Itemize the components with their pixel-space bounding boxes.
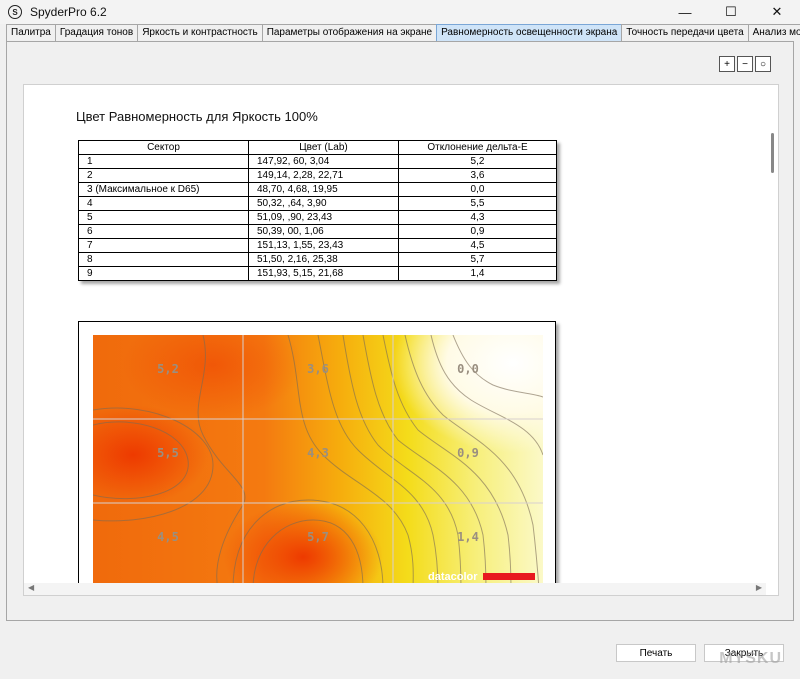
cell-delta-e: 4,3 [398,210,557,225]
tab-monitor-analysis[interactable]: Анализ монитора [747,24,800,41]
zoom-fit-icon[interactable]: ○ [755,56,771,72]
print-button[interactable]: Печать [616,644,696,662]
report-title: Цвет Равномерность для Яркость 100% [76,109,318,124]
tab-display-settings[interactable]: Параметры отображения на экране [261,24,438,41]
cell-sector: 8 [78,252,249,267]
cell-sector: 6 [78,224,249,239]
cell-lab: 151,13, 1,55, 23,43 [248,238,399,253]
cell-delta-e: 1,4 [398,266,557,281]
cell-sector: 7 [78,238,249,253]
uniformity-heatmap: 5,2 3,6 0,0 5,5 4,3 0,9 4,5 5,7 1,4 data… [93,335,543,589]
table-row: 2 149,14, 2,28, 22,71 3,6 [78,168,557,183]
tab-bar: Палитра Градация тонов Яркость и контрас… [6,24,800,42]
cell-lab: 151,93, 5,15, 21,68 [248,266,399,281]
cell-sector: 4 [78,196,249,211]
table-row: 9 151,93, 5,15, 21,68 1,4 [78,266,557,281]
watermark: MYSKU [719,650,782,667]
table-row: 4 50,32, ,64, 3,90 5,5 [78,196,557,211]
table-row: 1 147,92, 60, 3,04 5,2 [78,154,557,169]
cell-delta-e: 5,5 [398,196,557,211]
horizontal-scrollbar[interactable]: ◀ ▶ [24,583,766,595]
table-row: 7 151,13, 1,55, 23,43 4,5 [78,238,557,253]
scroll-left-icon[interactable]: ◀ [28,583,34,592]
tab-palette[interactable]: Палитра [6,24,56,41]
sector-label: 1,4 [457,530,479,544]
cell-lab: 51,09, ,90, 23,43 [248,210,399,225]
cell-sector: 5 [78,210,249,225]
sector-label: 5,2 [157,362,179,376]
sector-label: 4,5 [157,530,179,544]
cell-delta-e: 3,6 [398,168,557,183]
tab-brightness-contrast[interactable]: Яркость и контрастность [137,24,263,41]
window-controls: — ☐ ✕ [662,0,800,24]
spyder-app-icon: S [8,5,22,19]
cell-lab: 51,50, 2,16, 25,38 [248,252,399,267]
cell-delta-e: 5,2 [398,154,557,169]
table-row: 8 51,50, 2,16, 25,38 5,7 [78,252,557,267]
sector-label: 4,3 [307,446,329,460]
tab-screen-uniformity[interactable]: Равномерность освещенности экрана [436,24,623,41]
sector-label: 3,6 [307,362,329,376]
sector-label: 0,0 [457,362,479,376]
column-header-delta-e: Отклонение дельта-E [398,140,557,155]
table-row: 6 50,39, 00, 1,06 0,9 [78,224,557,239]
window-title: SpyderPro 6.2 [30,5,107,19]
table-row: 3 (Максимальное к D65) 48,70, 4,68, 19,95… [78,182,557,197]
cell-delta-e: 0,0 [398,182,557,197]
cell-sector: 3 (Максимальное к D65) [78,182,249,197]
zoom-in-icon[interactable]: + [719,56,735,72]
report-viewer[interactable]: Цвет Равномерность для Яркость 100% Сект… [23,84,779,596]
datacolor-brand-text: datacolor [428,571,478,583]
zoom-out-icon[interactable]: − [737,56,753,72]
uniformity-heatmap-frame: 5,2 3,6 0,0 5,5 4,3 0,9 4,5 5,7 1,4 data… [78,321,556,595]
table-header-row: Сектор Цвет (Lab) Отклонение дельта-E [78,140,557,155]
cell-delta-e: 0,9 [398,224,557,239]
cell-lab: 50,32, ,64, 3,90 [248,196,399,211]
cell-sector: 2 [78,168,249,183]
zoom-toolbar: + − ○ [719,56,771,72]
minimize-button[interactable]: — [662,0,708,24]
maximize-button[interactable]: ☐ [708,0,754,24]
datacolor-brand-bar [483,573,535,580]
vertical-scrollbar[interactable] [764,85,778,595]
sector-label: 0,9 [457,446,479,460]
tab-tone-gradation[interactable]: Градация тонов [54,24,139,41]
cell-sector: 9 [78,266,249,281]
sector-label: 5,5 [157,446,179,460]
cell-sector: 1 [78,154,249,169]
close-window-button[interactable]: ✕ [754,0,800,24]
cell-lab: 149,14, 2,28, 22,71 [248,168,399,183]
table-row: 5 51,09, ,90, 23,43 4,3 [78,210,557,225]
cell-delta-e: 4,5 [398,238,557,253]
scroll-right-icon[interactable]: ▶ [756,583,762,592]
title-bar: S SpyderPro 6.2 — ☐ ✕ [0,0,800,24]
column-header-sector: Сектор [78,140,249,155]
vertical-scroll-thumb[interactable] [771,133,774,173]
sector-label: 5,7 [307,530,329,544]
cell-lab: 50,39, 00, 1,06 [248,224,399,239]
column-header-color-lab: Цвет (Lab) [248,140,399,155]
tab-color-accuracy[interactable]: Точность передачи цвета [621,24,749,41]
cell-delta-e: 5,7 [398,252,557,267]
uniformity-table: Сектор Цвет (Lab) Отклонение дельта-E 11… [78,140,557,281]
tab-panel: + − ○ Цвет Равномерность для Яркость 100… [6,41,794,621]
cell-lab: 147,92, 60, 3,04 [248,154,399,169]
cell-lab: 48,70, 4,68, 19,95 [248,182,399,197]
